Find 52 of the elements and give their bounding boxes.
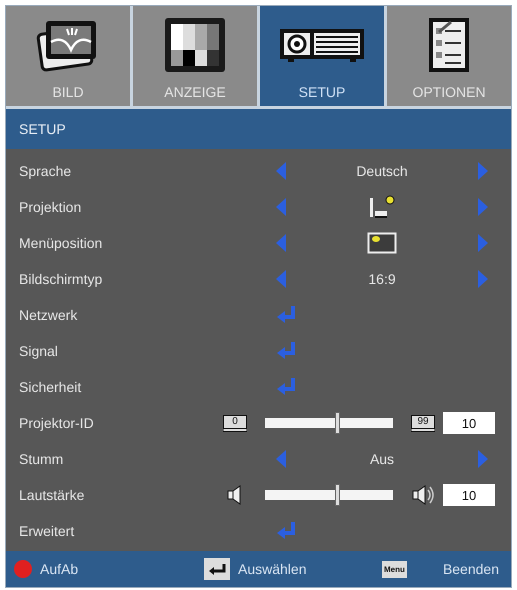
right-arrow-icon[interactable] — [478, 162, 488, 180]
slider-thumb[interactable] — [334, 412, 340, 434]
enter-key-icon — [204, 558, 230, 580]
right-arrow-icon[interactable] — [478, 270, 488, 288]
setting-label: Signal — [19, 343, 58, 359]
setting-label: Menüposition — [19, 235, 102, 251]
max-id-label: 99 — [411, 414, 435, 432]
navigation-pad-icon — [14, 560, 32, 578]
option-value: 16:9 — [367, 271, 397, 287]
speaker-icon — [412, 485, 434, 505]
left-arrow-icon[interactable] — [276, 270, 286, 288]
setting-label: Netzwerk — [19, 307, 78, 323]
test-pattern-icon — [163, 16, 227, 74]
slider-thumb[interactable] — [334, 484, 340, 506]
projector-icon — [278, 27, 366, 63]
enter-icon[interactable] — [276, 521, 298, 541]
value-box: 10 — [443, 412, 495, 434]
right-arrow-icon[interactable] — [478, 234, 488, 252]
min-id-label: 0 — [223, 414, 247, 432]
checklist-icon — [427, 16, 471, 74]
enter-icon[interactable] — [276, 305, 298, 325]
option-value: Deutsch — [355, 163, 409, 179]
footer-hint: AufAb — [40, 561, 78, 577]
section-title: SETUP — [6, 109, 511, 149]
right-arrow-icon[interactable] — [478, 198, 488, 216]
enter-icon[interactable] — [276, 377, 298, 397]
footer-hint: Beenden — [442, 561, 499, 577]
setting-label: Bildschirmtyp — [19, 271, 102, 287]
menu-tab[interactable]: OPTIONEN — [387, 6, 511, 109]
footer-hint: Auswählen — [238, 561, 306, 577]
menu-tab[interactable]: SETUP — [260, 6, 384, 109]
left-arrow-icon[interactable] — [276, 162, 286, 180]
menu-tab[interactable]: ANZEIGE — [133, 6, 257, 109]
left-arrow-icon[interactable] — [276, 450, 286, 468]
setting-label: Sprache — [19, 163, 72, 179]
setting-label: Erweitert — [19, 523, 74, 539]
right-arrow-icon[interactable] — [478, 450, 488, 468]
setting-label: Projektion — [19, 199, 82, 215]
option-value: Aus — [368, 451, 396, 467]
speaker-icon — [227, 485, 243, 505]
setting-label: Sicherheit — [19, 379, 82, 395]
menu-tab[interactable]: BILD — [6, 6, 130, 109]
enter-icon[interactable] — [276, 341, 298, 361]
value-box: 10 — [443, 484, 495, 506]
left-arrow-icon[interactable] — [276, 198, 286, 216]
setting-label: Stumm — [19, 451, 64, 467]
left-arrow-icon[interactable] — [276, 234, 286, 252]
menu-key: Menu — [382, 560, 407, 578]
menu-position-icon — [367, 232, 397, 254]
setting-label: Lautstärke — [19, 487, 84, 503]
projection-mode-icon — [369, 195, 395, 219]
setting-label: Projektor-ID — [19, 415, 94, 431]
